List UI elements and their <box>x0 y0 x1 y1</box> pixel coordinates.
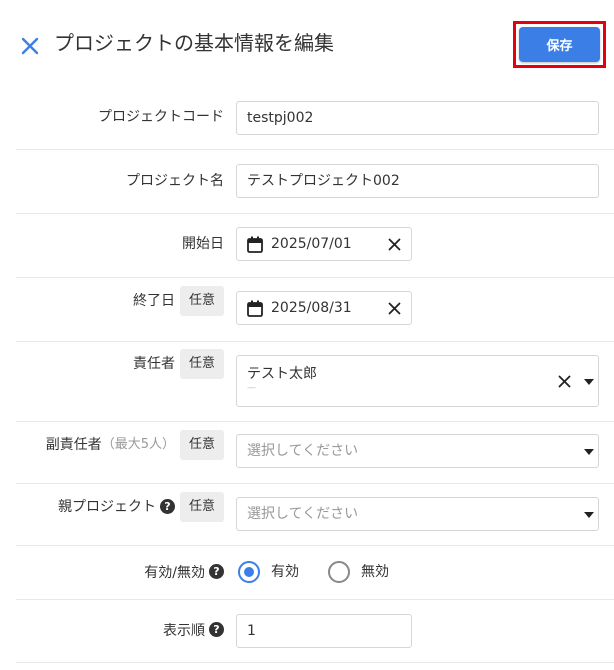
clear-icon[interactable] <box>388 238 401 251</box>
status-inactive-radio[interactable] <box>328 561 350 583</box>
project-code-input[interactable]: testpj002 <box>236 101 599 135</box>
page-title: プロジェクトの基本情報を編集 <box>54 31 334 55</box>
project-code-label: プロジェクトコード <box>98 109 224 125</box>
help-icon[interactable]: ? <box>209 622 224 637</box>
manager-label-area: 責任者 任意 <box>132 342 224 379</box>
end-date-label: 終了日 <box>132 292 175 309</box>
optional-badge: 任意 <box>179 285 224 316</box>
project-name-label: プロジェクト名 <box>126 173 224 189</box>
display-order-row: 表示順 ? 1 <box>16 600 614 663</box>
help-icon[interactable]: ? <box>159 499 175 514</box>
sub-manager-placeholder: 選択してください <box>247 443 359 459</box>
project-name-value: テストプロジェクト002 <box>247 173 400 189</box>
sub-manager-select[interactable]: 選択してください <box>236 434 599 468</box>
sub-manager-label: 副責任者 <box>45 436 102 453</box>
parent-project-label-area: 親プロジェクト ? 任意 <box>57 484 224 522</box>
status-label: 有効/無効 <box>144 565 205 581</box>
clear-icon[interactable] <box>388 302 401 315</box>
end-date-label-area: 終了日 任意 <box>132 278 224 316</box>
optional-badge: 任意 <box>179 491 224 522</box>
start-date-row: 開始日 2025/07/01 <box>16 214 614 278</box>
project-code-value: testpj002 <box>247 110 314 126</box>
chevron-down-icon[interactable] <box>584 512 594 518</box>
optional-badge: 任意 <box>179 349 224 379</box>
save-button[interactable]: 保存 <box>519 27 600 62</box>
status-active-radio[interactable] <box>238 561 260 583</box>
project-name-row: プロジェクト名 テストプロジェクト002 <box>16 150 614 214</box>
manager-value: テスト太郎 <box>247 366 317 382</box>
display-order-input[interactable]: 1 <box>236 614 412 648</box>
optional-badge: 任意 <box>179 429 224 460</box>
status-row: 有効/無効 ? 有効 無効 <box>16 546 614 600</box>
calendar-icon <box>247 300 263 317</box>
display-order-label: 表示順 <box>163 623 205 639</box>
help-icon[interactable]: ? <box>209 564 224 579</box>
end-date-value: 2025/08/31 <box>271 300 352 316</box>
project-code-row: プロジェクトコード testpj002 <box>16 86 614 150</box>
manager-label: 責任者 <box>132 356 175 372</box>
start-date-label: 開始日 <box>182 236 224 252</box>
sub-manager-note: （最大5人） <box>101 436 175 452</box>
status-inactive-label[interactable]: 無効 <box>361 562 389 582</box>
chevron-down-icon[interactable] <box>584 449 594 455</box>
sub-manager-label-area: 副責任者 （最大5人） 任意 <box>45 422 224 460</box>
display-order-label-area: 表示順 ? <box>163 600 224 662</box>
project-code-label-area: プロジェクトコード <box>98 86 224 149</box>
start-date-label-area: 開始日 <box>182 214 224 277</box>
parent-project-label: 親プロジェクト <box>57 498 156 515</box>
manager-sub-value: — <box>247 383 256 393</box>
status-label-area: 有効/無効 ? <box>144 546 224 599</box>
header: プロジェクトの基本情報を編集 保存 <box>0 0 614 86</box>
display-order-value: 1 <box>247 623 256 639</box>
manager-row: 責任者 任意 テスト太郎 — <box>16 342 614 422</box>
parent-project-select[interactable]: 選択してください <box>236 497 599 531</box>
project-name-label-area: プロジェクト名 <box>126 150 224 213</box>
start-date-value: 2025/07/01 <box>271 236 352 252</box>
status-active-label[interactable]: 有効 <box>271 562 299 582</box>
clear-icon[interactable] <box>558 375 571 388</box>
save-button-highlight: 保存 <box>513 21 606 68</box>
parent-project-placeholder: 選択してください <box>247 506 359 522</box>
project-name-input[interactable]: テストプロジェクト002 <box>236 164 599 198</box>
parent-project-row: 親プロジェクト ? 任意 選択してください <box>16 484 614 546</box>
start-date-input[interactable]: 2025/07/01 <box>236 227 412 261</box>
calendar-icon <box>247 236 263 253</box>
sub-manager-row: 副責任者 （最大5人） 任意 選択してください <box>16 422 614 484</box>
close-icon[interactable] <box>18 34 42 58</box>
chevron-down-icon[interactable] <box>584 379 594 385</box>
end-date-input[interactable]: 2025/08/31 <box>236 291 412 325</box>
manager-select[interactable]: テスト太郎 — <box>236 355 599 407</box>
end-date-row: 終了日 任意 2025/08/31 <box>16 278 614 342</box>
